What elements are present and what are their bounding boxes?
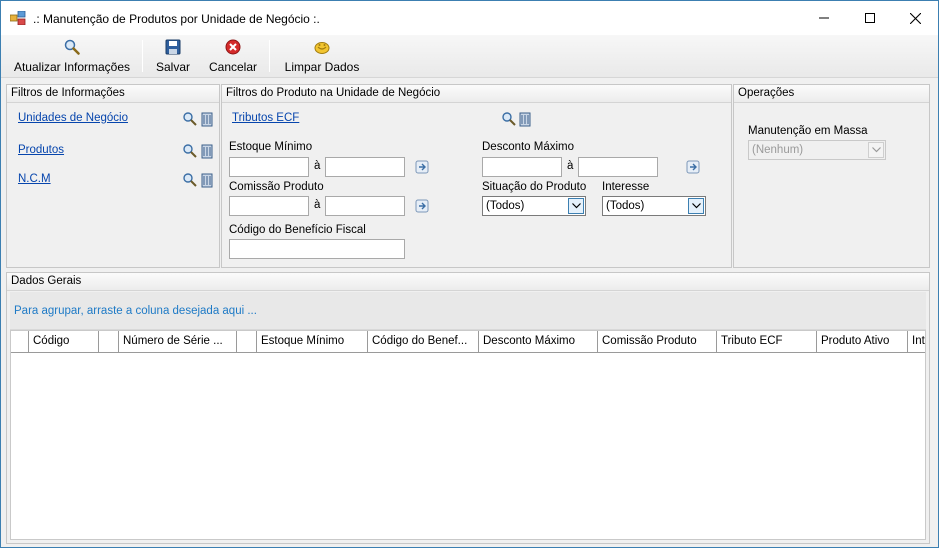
toolbar-separator [142, 40, 143, 72]
column-header-produto-ativo[interactable]: Produto Ativo [817, 331, 908, 352]
chevron-down-icon [692, 203, 701, 209]
dropdown-button[interactable] [868, 142, 884, 158]
column-header-indicator[interactable] [11, 331, 29, 352]
product-filters-header: Filtros do Produto na Unidade de Negócio [222, 85, 731, 103]
info-filters-header: Filtros de Informações [7, 85, 219, 103]
min-stock-to-input[interactable] [325, 157, 405, 177]
search-icon[interactable] [182, 143, 198, 159]
column-header-spacer[interactable] [99, 331, 119, 352]
toolbar-separator [269, 40, 270, 72]
magnifier-icon [64, 39, 80, 55]
column-header-tributo-ecf[interactable]: Tributo ECF [717, 331, 817, 352]
column-header-desconto-maximo[interactable]: Desconto Máximo [479, 331, 598, 352]
data-grid[interactable]: Código Número de Série ... Estoque Mínim… [10, 330, 926, 540]
commission-label: Comissão Produto [229, 181, 324, 193]
cancel-icon [225, 39, 241, 55]
clear-data-label: Limpar Dados [284, 60, 360, 74]
operations-panel: Operações Manutenção em Massa (Nenhum) [733, 84, 930, 268]
apply-arrow-icon[interactable] [414, 198, 430, 214]
minimize-button[interactable] [801, 1, 847, 35]
interest-label: Interesse [602, 181, 650, 193]
range-separator: à [314, 160, 321, 172]
tax-benefit-input[interactable] [229, 239, 405, 259]
close-button[interactable] [892, 1, 938, 35]
min-stock-from-input[interactable] [229, 157, 309, 177]
product-status-select[interactable]: (Todos) [482, 196, 586, 216]
max-discount-to-input[interactable] [578, 157, 658, 177]
operations-header: Operações [734, 85, 929, 103]
eraser-icon [314, 42, 330, 54]
save-label: Salvar [155, 60, 190, 74]
apply-arrow-icon[interactable] [685, 159, 701, 175]
max-discount-label: Desconto Máximo [482, 141, 575, 153]
min-stock-label: Estoque Mínimo [229, 141, 313, 153]
column-header-codigo[interactable]: Código [29, 331, 99, 352]
range-separator: à [314, 199, 321, 211]
ncm-link[interactable]: N.C.M [18, 173, 51, 185]
product-status-label: Situação do Produto [482, 181, 587, 193]
chevron-down-icon [872, 147, 881, 153]
clear-filter-icon[interactable] [517, 111, 533, 127]
range-separator: à [567, 160, 574, 172]
minimize-icon [819, 17, 829, 19]
maximize-button[interactable] [847, 1, 893, 35]
product-status-value: (Todos) [486, 200, 525, 212]
dropdown-button[interactable] [688, 198, 704, 214]
search-icon[interactable] [182, 172, 198, 188]
column-header-interesse[interactable]: Inte [908, 331, 925, 352]
commission-from-input[interactable] [229, 196, 309, 216]
window-title: .: Manutenção de Produtos por Unidade de… [33, 12, 320, 26]
products-link[interactable]: Produtos [18, 144, 64, 156]
cancel-label: Cancelar [208, 60, 258, 74]
floppy-disk-icon [165, 39, 181, 55]
clear-filter-icon[interactable] [199, 111, 215, 127]
general-data-panel: Dados Gerais Para agrupar, arraste a col… [6, 272, 930, 544]
main-window: .: Manutenção de Produtos por Unidade de… [0, 0, 939, 548]
interest-value: (Todos) [606, 200, 645, 212]
max-discount-from-input[interactable] [482, 157, 562, 177]
mass-maintenance-value: (Nenhum) [752, 144, 804, 156]
tax-benefit-label: Código do Benefício Fiscal [229, 224, 366, 236]
close-icon [909, 12, 921, 24]
title-bar[interactable]: .: Manutenção de Produtos por Unidade de… [1, 1, 938, 35]
group-by-area[interactable]: Para agrupar, arraste a coluna desejada … [10, 292, 926, 330]
clear-data-button[interactable]: Limpar Dados [279, 35, 365, 77]
cancel-button[interactable]: Cancelar [205, 35, 261, 77]
business-units-link[interactable]: Unidades de Negócio [18, 112, 128, 124]
maximize-icon [865, 13, 875, 23]
grid-header: Código Número de Série ... Estoque Mínim… [11, 331, 925, 353]
info-filters-panel: Filtros de Informações Unidades de Negóc… [6, 84, 220, 268]
tributos-ecf-link[interactable]: Tributos ECF [232, 112, 299, 124]
refresh-button[interactable]: Atualizar Informações [9, 35, 135, 77]
apply-arrow-icon[interactable] [414, 159, 430, 175]
clear-filter-icon[interactable] [199, 143, 215, 159]
column-header-estoque-minimo[interactable]: Estoque Mínimo [257, 331, 368, 352]
commission-to-input[interactable] [325, 196, 405, 216]
refresh-label: Atualizar Informações [13, 60, 131, 74]
save-button[interactable]: Salvar [151, 35, 195, 77]
column-header-numero-serie[interactable]: Número de Série ... [119, 331, 237, 352]
interest-select[interactable]: (Todos) [602, 196, 706, 216]
chevron-down-icon [572, 203, 581, 209]
app-window-icon [10, 11, 26, 25]
search-icon[interactable] [182, 111, 198, 127]
search-icon[interactable] [501, 111, 517, 127]
clear-filter-icon[interactable] [199, 172, 215, 188]
group-by-hint: Para agrupar, arraste a coluna desejada … [14, 305, 257, 317]
mass-maintenance-label: Manutenção em Massa [748, 125, 868, 137]
product-filters-panel: Filtros do Produto na Unidade de Negócio… [221, 84, 732, 268]
mass-maintenance-select[interactable]: (Nenhum) [748, 140, 886, 160]
column-header-comissao-produto[interactable]: Comissão Produto [598, 331, 717, 352]
dropdown-button[interactable] [568, 198, 584, 214]
general-data-header: Dados Gerais [7, 273, 929, 291]
toolbar: Atualizar Informações Salvar Cancelar Li… [1, 35, 938, 78]
column-header-codigo-beneficio[interactable]: Código do Benef... [368, 331, 479, 352]
column-header-spacer[interactable] [237, 331, 257, 352]
